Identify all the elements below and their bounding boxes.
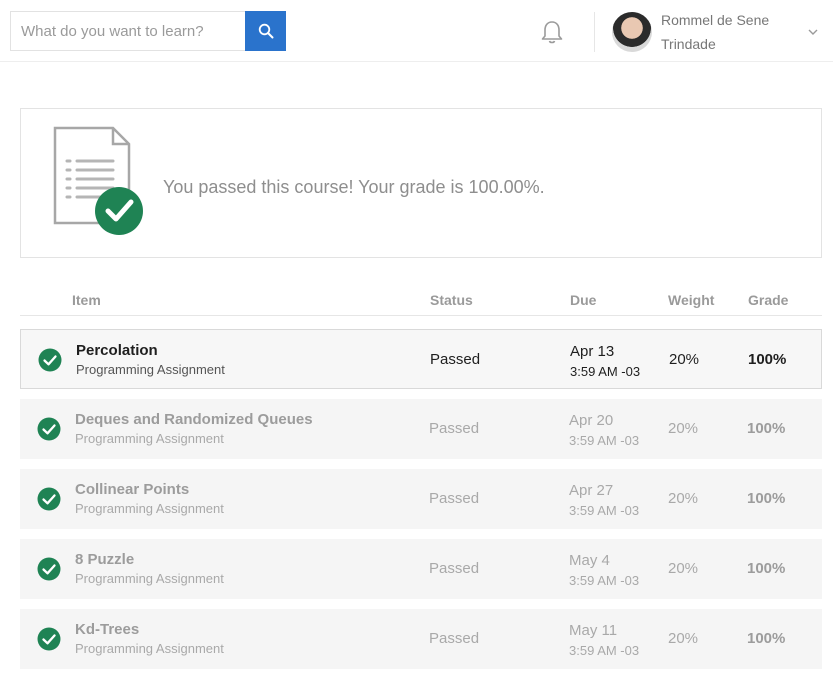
- item-status: Passed: [429, 630, 480, 647]
- check-circle-icon: [37, 627, 61, 651]
- item-grade: 100%: [747, 560, 786, 577]
- check-circle-icon: [37, 417, 61, 441]
- due-date: Apr 13: [570, 343, 615, 360]
- grades-table-header: Item Status Due Weight Grade: [20, 288, 822, 316]
- item-type: Programming Assignment: [76, 362, 225, 377]
- due-date: Apr 20: [569, 412, 614, 429]
- due-time: 3:59 AM -03: [569, 643, 640, 658]
- item-title[interactable]: Kd-Trees: [75, 621, 139, 638]
- user-name: Rommel de Sene Trindade: [661, 12, 770, 52]
- item-weight: 20%: [668, 560, 699, 577]
- due-date: May 11: [569, 622, 618, 639]
- search-input[interactable]: [10, 11, 246, 51]
- header-divider: [594, 12, 595, 52]
- item-weight: 20%: [668, 420, 699, 437]
- grade-message: You passed this course! Your grade is 10…: [163, 177, 545, 197]
- course-passed-banner: You passed this course! Your grade is 10…: [20, 108, 822, 258]
- item-type: Programming Assignment: [75, 571, 224, 586]
- item-status: Passed: [429, 420, 480, 437]
- due-time: 3:59 AM -03: [569, 573, 640, 588]
- item-title[interactable]: Deques and Randomized Queues: [75, 411, 313, 428]
- column-header-status: Status: [430, 292, 473, 308]
- column-header-due: Due: [570, 292, 597, 308]
- column-header-item: Item: [72, 292, 101, 308]
- table-row[interactable]: Kd-Trees Programming Assignment Passed M…: [20, 609, 822, 669]
- check-circle-icon: [38, 348, 62, 372]
- chevron-down-icon: [808, 29, 818, 35]
- top-bar: Rommel de Sene Trindade: [0, 0, 833, 62]
- item-grade: 100%: [747, 490, 786, 507]
- item-grade: 100%: [748, 351, 787, 368]
- notifications-button[interactable]: [538, 18, 566, 46]
- item-title[interactable]: 8 Puzzle: [75, 551, 134, 568]
- due-time: 3:59 AM -03: [569, 433, 640, 448]
- item-weight: 20%: [668, 490, 699, 507]
- table-row[interactable]: Deques and Randomized Queues Programming…: [20, 399, 822, 459]
- user-menu[interactable]: Rommel de Sene Trindade: [612, 8, 827, 56]
- due-time: 3:59 AM -03: [570, 364, 641, 379]
- due-date: Apr 27: [569, 482, 614, 499]
- search-bar: [10, 11, 286, 51]
- item-status: Passed: [429, 490, 480, 507]
- column-header-grade: Grade: [748, 292, 789, 308]
- table-row[interactable]: Collinear Points Programming Assignment …: [20, 469, 822, 529]
- table-row[interactable]: Percolation Programming Assignment Passe…: [20, 329, 822, 389]
- avatar: [612, 12, 652, 52]
- item-title[interactable]: Percolation: [76, 342, 158, 359]
- item-grade: 100%: [747, 630, 786, 647]
- search-button[interactable]: [245, 11, 286, 51]
- column-header-weight: Weight: [668, 292, 715, 308]
- item-type: Programming Assignment: [75, 431, 224, 446]
- item-status: Passed: [430, 351, 481, 368]
- check-circle-icon: [37, 487, 61, 511]
- item-status: Passed: [429, 560, 480, 577]
- item-type: Programming Assignment: [75, 501, 224, 516]
- due-time: 3:59 AM -03: [569, 503, 640, 518]
- bell-icon: [541, 21, 563, 44]
- item-title[interactable]: Collinear Points: [75, 481, 189, 498]
- table-row[interactable]: 8 Puzzle Programming Assignment Passed M…: [20, 539, 822, 599]
- search-icon: [258, 23, 274, 39]
- item-type: Programming Assignment: [75, 641, 224, 656]
- document-check-icon: [53, 126, 143, 235]
- due-date: May 4: [569, 552, 610, 569]
- item-weight: 20%: [669, 351, 700, 368]
- item-weight: 20%: [668, 630, 699, 647]
- item-grade: 100%: [747, 420, 786, 437]
- check-circle-icon: [37, 557, 61, 581]
